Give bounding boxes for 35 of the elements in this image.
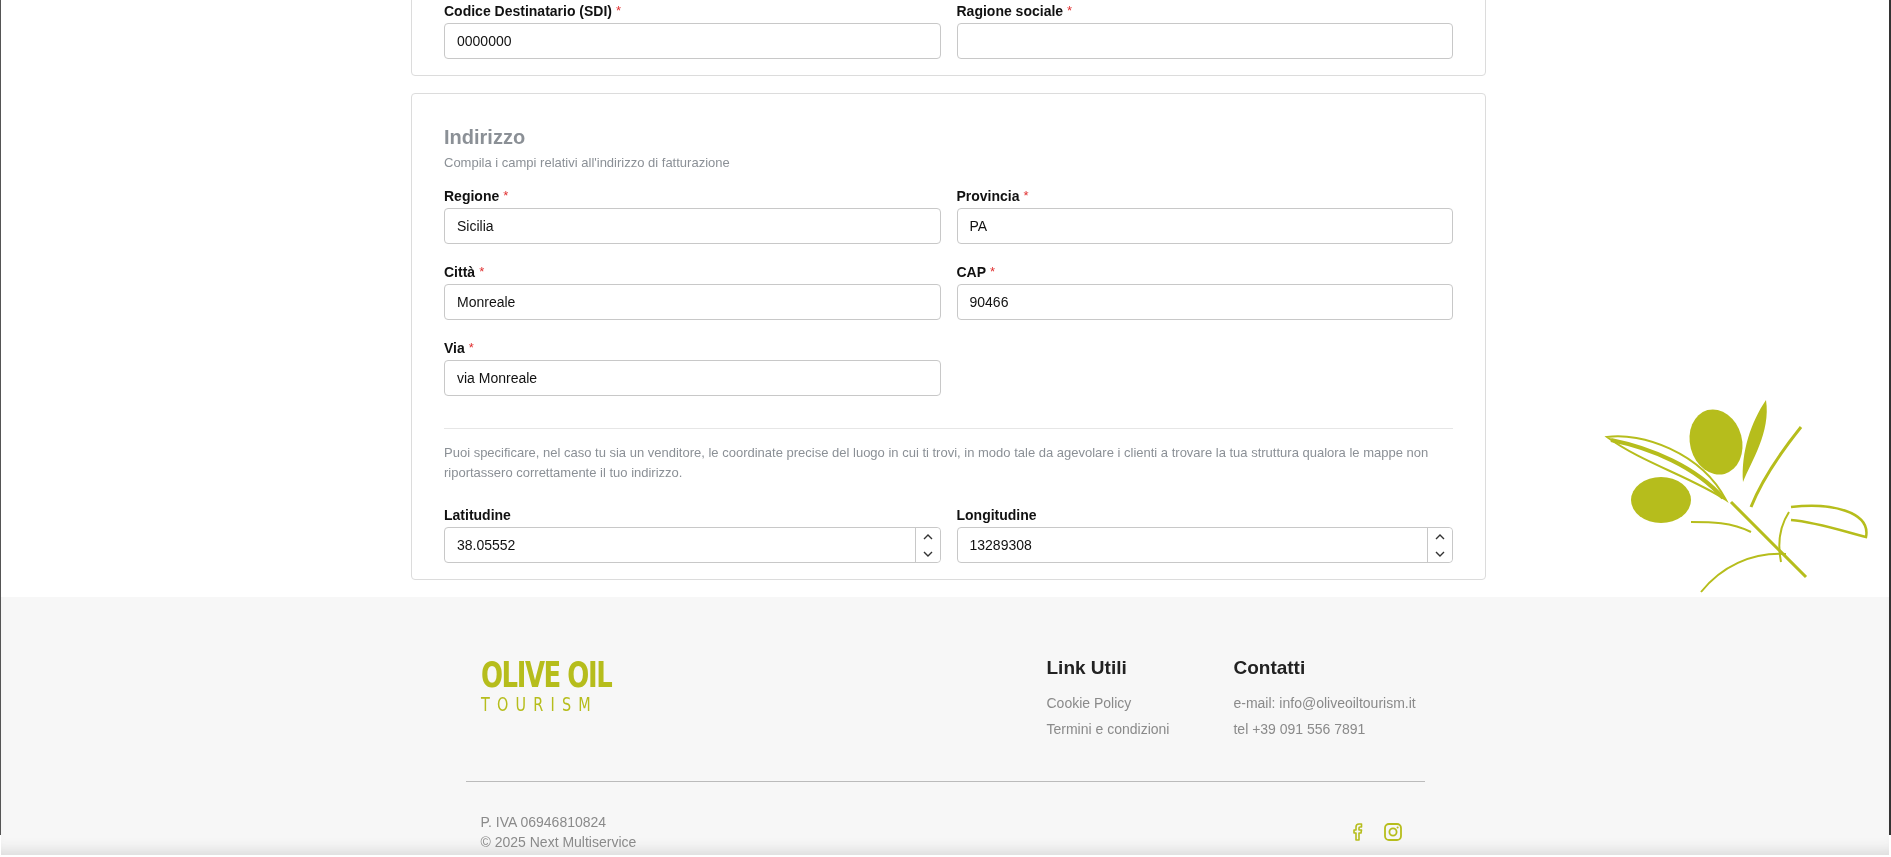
section-subtitle: Compila i campi relativi all'indirizzo di fatturazione: [444, 155, 731, 170]
field-label: CAP: [956, 264, 987, 280]
field-label: Via: [444, 340, 465, 356]
field-label: Codice Destinatario (SDI): [444, 3, 613, 19]
instagram-icon[interactable]: [1382, 822, 1403, 842]
field-label: Latitudine: [444, 507, 511, 523]
input-field[interactable]: 0000000: [444, 23, 941, 59]
required-mark: *: [616, 3, 622, 19]
field-label: Città: [444, 264, 476, 280]
required-mark: *: [503, 188, 509, 204]
chevron-down-icon: [1435, 549, 1445, 558]
field-label: Provincia: [956, 188, 1020, 204]
chevron-up-icon: [922, 532, 933, 541]
vat-number: P. IVA 06946810824: [480, 813, 608, 832]
field-label: Regione: [444, 188, 500, 204]
input-field[interactable]: via Monreale: [444, 360, 941, 396]
required-mark: *: [468, 340, 474, 356]
footer-heading: Contatti: [1233, 657, 1307, 679]
copyright-text: © 2025 Next Multiservice: [480, 833, 637, 852]
required-mark: *: [1067, 3, 1073, 19]
field-label: Ragione sociale: [956, 3, 1064, 19]
input-field[interactable]: Sicilia: [444, 208, 941, 244]
input-field[interactable]: PA: [956, 208, 1453, 244]
required-mark: *: [479, 264, 485, 280]
required-mark: *: [1023, 188, 1029, 204]
chevron-up-icon: [1435, 532, 1445, 541]
input-field[interactable]: [956, 23, 1453, 59]
required-mark: *: [990, 264, 996, 280]
chevron-down-icon: [922, 549, 933, 558]
input-field[interactable]: Monreale: [444, 284, 941, 320]
section-title: Indirizzo: [444, 126, 527, 149]
info-text: Puoi specificare, nel caso tu sia un venditore, le coordinate precise del luogo in cui ti trovi, in modo tale da agevolare i clienti a trovare la tua struttura qualora le mappe non riportassero correttamente il tuo indirizzo.: [444, 444, 1430, 482]
footer-heading: Link Utili: [1046, 657, 1128, 679]
field-label: Longitudine: [956, 507, 1037, 523]
input-field[interactable]: 90466: [956, 284, 1453, 320]
